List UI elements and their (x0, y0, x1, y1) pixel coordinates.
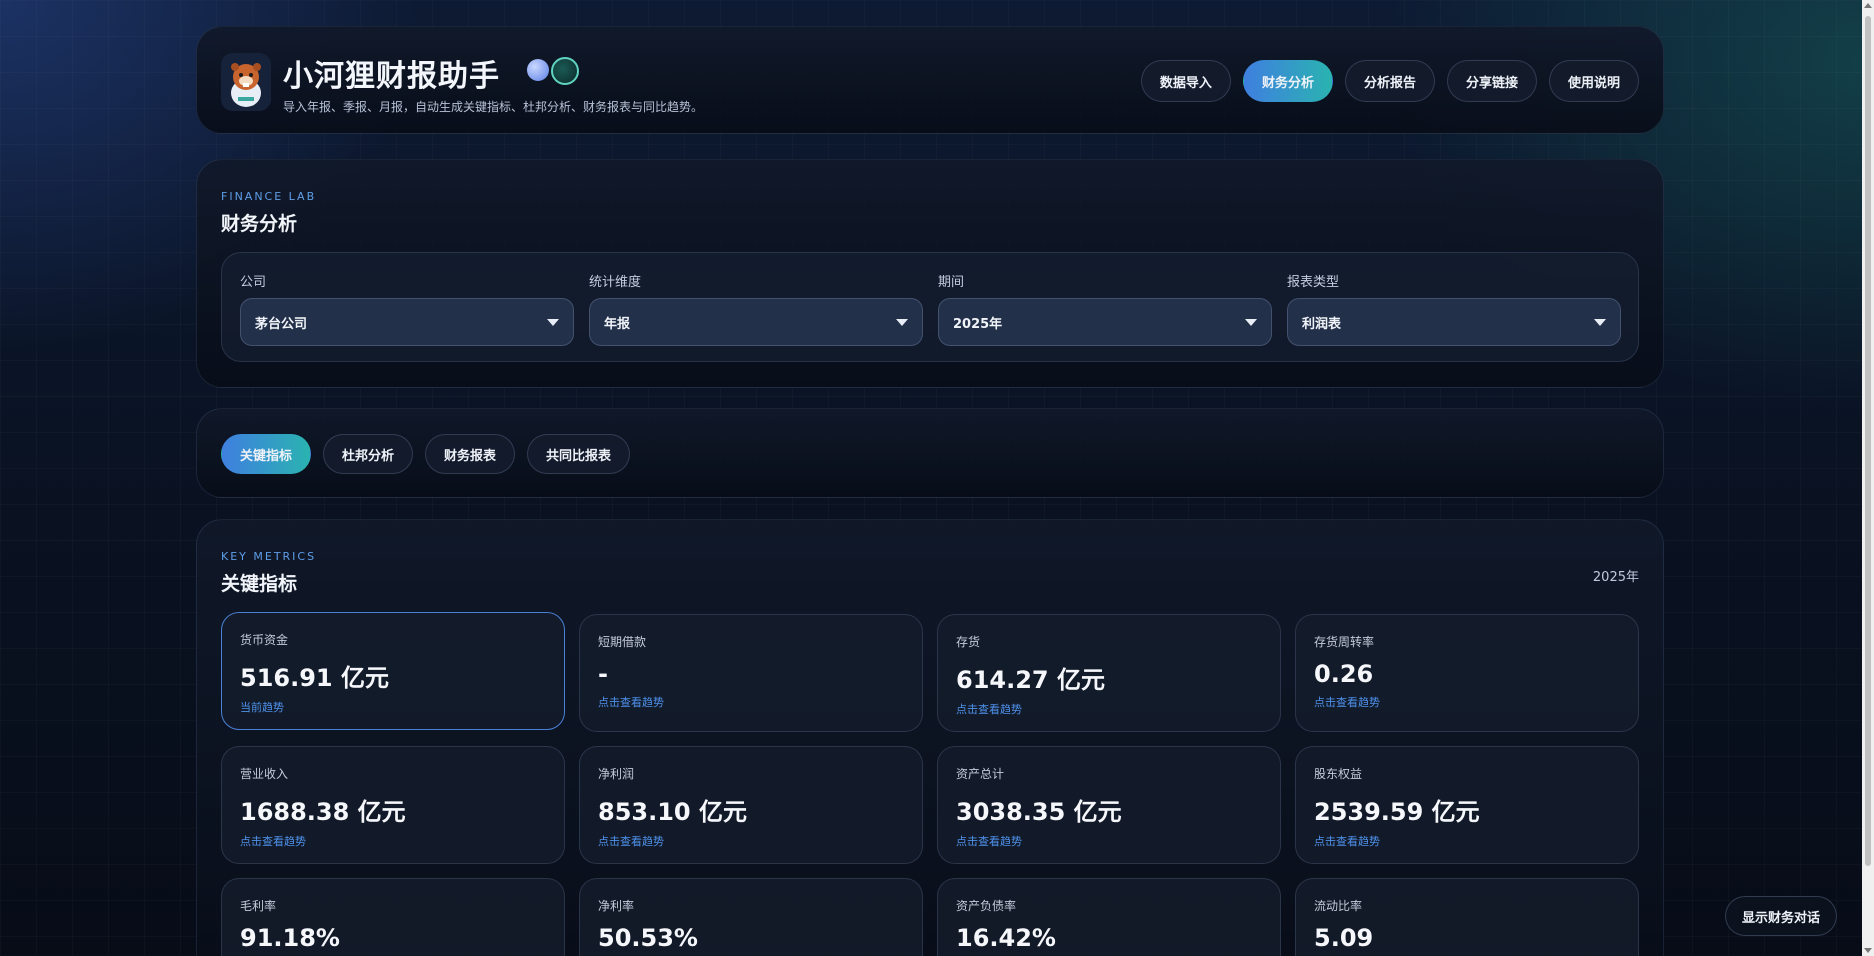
metric-trend-link[interactable]: 点击查看趋势 (598, 833, 904, 849)
page-scrollbar[interactable] (1862, 0, 1874, 956)
select-value: 2025年 (953, 316, 1003, 332)
tab-row: 关键指标 杜邦分析 财务报表 共同比报表 (221, 434, 631, 474)
nav-financial-analysis-button[interactable]: 财务分析 (1242, 60, 1333, 102)
tab-financial-statements[interactable]: 财务报表 (425, 434, 516, 474)
analysis-tabs-panel: 关键指标 杜邦分析 财务报表 共同比报表 (196, 408, 1664, 498)
show-finance-chat-button[interactable]: 显示财务对话 (1725, 896, 1838, 936)
nav-share-link-button[interactable]: 分享链接 (1446, 60, 1537, 102)
metric-trend-link[interactable]: 点击查看趋势 (956, 701, 1262, 717)
metric-trend-link[interactable]: 点击查看趋势 (956, 833, 1262, 849)
metric-card[interactable]: 存货周转率 0.26 点击查看趋势 (1295, 614, 1639, 732)
chevron-down-icon (1594, 318, 1606, 326)
metric-trend-link[interactable]: 点击查看趋势 (1314, 694, 1620, 710)
filter-box: 公司 茅台公司 统计维度 年报 期间 2025年 报表类型 利润表 (221, 252, 1639, 362)
metric-card[interactable]: 营业收入 1688.38 亿元 点击查看趋势 (221, 746, 565, 864)
chevron-down-icon (896, 318, 908, 326)
metric-label: 短期借款 (598, 635, 647, 649)
dimension-select[interactable]: 年报 (589, 298, 923, 346)
scroll-up-arrow-icon[interactable] (1864, 3, 1872, 8)
main-nav: 数据导入 财务分析 分析报告 分享链接 使用说明 (1140, 60, 1639, 102)
metric-card[interactable]: 存货 614.27 亿元 点击查看趋势 (937, 614, 1281, 732)
metric-value: 5.09 (1314, 924, 1374, 952)
light-theme-dot-icon[interactable] (527, 59, 549, 81)
metric-label: 存货周转率 (1314, 635, 1375, 649)
metric-value: 614.27 亿元 (956, 666, 1105, 694)
metric-label: 毛利率 (240, 899, 277, 913)
section-eyebrow: FINANCE LAB (221, 190, 317, 203)
select-value: 年报 (604, 316, 631, 332)
metric-label: 资产总计 (956, 767, 1005, 781)
metric-card[interactable]: 流动比率 5.09 (1295, 878, 1639, 956)
metric-label: 股东权益 (1314, 767, 1363, 781)
scrollbar-thumb[interactable] (1865, 16, 1871, 866)
period-select[interactable]: 2025年 (938, 298, 1272, 346)
metric-trend-link[interactable]: 点击查看趋势 (240, 833, 546, 849)
metric-value: 91.18% (240, 924, 340, 952)
metric-value: - (598, 660, 608, 688)
metric-card[interactable]: 净利率 50.53% (579, 878, 923, 956)
metric-value: 853.10 亿元 (598, 798, 747, 826)
app-title: 小河狸财报助手 (283, 59, 500, 94)
tab-common-size-statements[interactable]: 共同比报表 (527, 434, 631, 474)
metric-label: 净利率 (598, 899, 635, 913)
key-metrics-panel: KEY METRICS 关键指标 2025年 货币资金 516.91 亿元 当前… (196, 519, 1664, 956)
metric-card[interactable]: 股东权益 2539.59 亿元 点击查看趋势 (1295, 746, 1639, 864)
nav-analysis-report-button[interactable]: 分析报告 (1344, 60, 1435, 102)
report-type-select[interactable]: 利润表 (1287, 298, 1621, 346)
chevron-down-icon (547, 318, 559, 326)
tab-key-metrics[interactable]: 关键指标 (221, 434, 312, 474)
metric-card[interactable]: 资产总计 3038.35 亿元 点击查看趋势 (937, 746, 1281, 864)
metric-value: 3038.35 亿元 (956, 798, 1122, 826)
scroll-down-arrow-icon[interactable] (1864, 948, 1872, 953)
metric-trend-link[interactable]: 当前趋势 (240, 699, 546, 715)
theme-dots (527, 57, 579, 85)
metric-value: 1688.38 亿元 (240, 798, 406, 826)
filter-label: 期间 (938, 275, 965, 290)
metric-value: 516.91 亿元 (240, 664, 389, 692)
filter-company: 公司 茅台公司 (240, 271, 574, 346)
filter-period: 期间 2025年 (938, 271, 1272, 346)
metric-label: 净利润 (598, 767, 635, 781)
metric-label: 货币资金 (240, 633, 289, 647)
app-header: 小河狸财报助手 导入年报、季报、月报，自动生成关键指标、杜邦分析、财务报表与同比… (196, 26, 1664, 134)
metric-label: 营业收入 (240, 767, 289, 781)
metric-value: 2539.59 亿元 (1314, 798, 1480, 826)
filter-label: 统计维度 (589, 275, 642, 290)
metric-card[interactable]: 短期借款 - 点击查看趋势 (579, 614, 923, 732)
metric-label: 流动比率 (1314, 899, 1363, 913)
nav-data-import-button[interactable]: 数据导入 (1140, 60, 1231, 102)
select-value: 茅台公司 (255, 316, 308, 332)
dark-theme-dot-icon[interactable] (551, 57, 579, 85)
filter-dimension: 统计维度 年报 (589, 271, 923, 346)
section-title: 关键指标 (221, 573, 298, 595)
analysis-filter-panel: FINANCE LAB 财务分析 公司 茅台公司 统计维度 年报 期间 2025… (196, 159, 1664, 388)
app-subtitle: 导入年报、季报、月报，自动生成关键指标、杜邦分析、财务报表与同比趋势。 (283, 100, 704, 114)
metric-card[interactable]: 净利润 853.10 亿元 点击查看趋势 (579, 746, 923, 864)
metric-trend-link[interactable]: 点击查看趋势 (1314, 833, 1620, 849)
metric-card[interactable]: 资产负债率 16.42% (937, 878, 1281, 956)
chevron-down-icon (1245, 318, 1257, 326)
filter-label: 公司 (240, 275, 267, 290)
filter-label: 报表类型 (1287, 275, 1340, 290)
filter-report-type: 报表类型 利润表 (1287, 271, 1621, 346)
company-select[interactable]: 茅台公司 (240, 298, 574, 346)
metric-label: 资产负债率 (956, 899, 1017, 913)
metric-value: 16.42% (956, 924, 1056, 952)
metric-card[interactable]: 毛利率 91.18% (221, 878, 565, 956)
metric-card[interactable]: 货币资金 516.91 亿元 当前趋势 (221, 612, 565, 730)
metric-value: 50.53% (598, 924, 698, 952)
section-eyebrow: KEY METRICS (221, 550, 317, 563)
tab-dupont-analysis[interactable]: 杜邦分析 (323, 434, 414, 474)
section-title: 财务分析 (221, 213, 298, 235)
metric-trend-link[interactable]: 点击查看趋势 (598, 694, 904, 710)
beaver-logo-icon (221, 53, 271, 111)
metric-value: 0.26 (1314, 660, 1374, 688)
period-tag: 2025年 (1592, 570, 1639, 585)
nav-help-button[interactable]: 使用说明 (1548, 60, 1639, 102)
metric-label: 存货 (956, 635, 981, 649)
select-value: 利润表 (1302, 316, 1342, 332)
